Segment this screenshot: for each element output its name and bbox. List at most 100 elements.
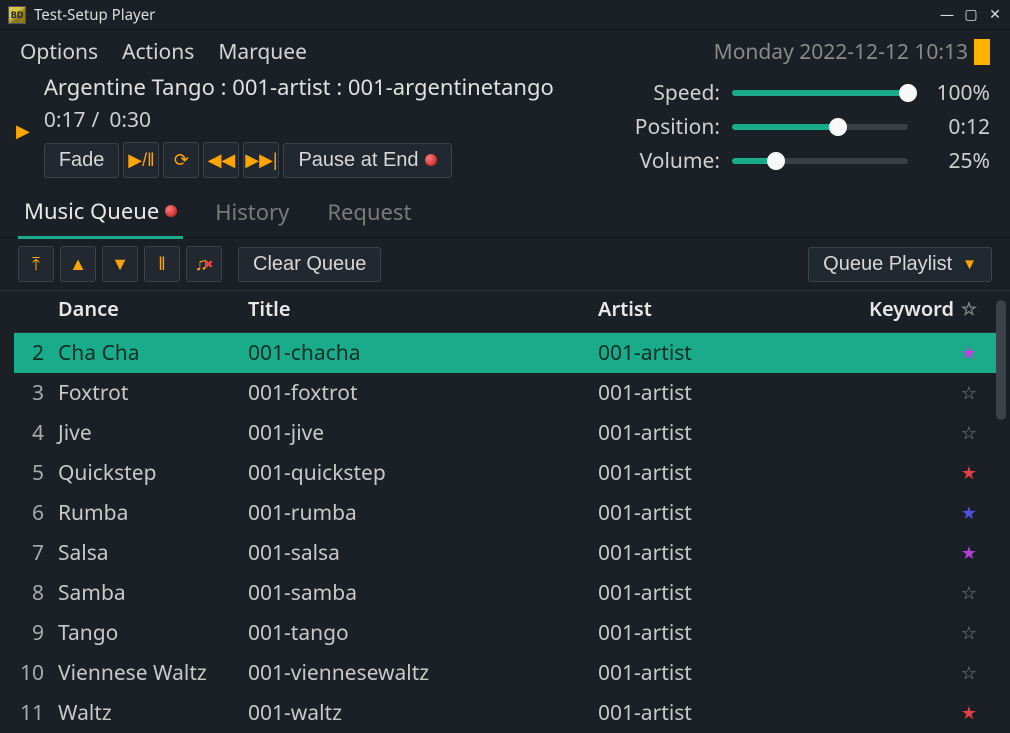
prev-track-button[interactable]: ◀◀ xyxy=(203,142,239,178)
toggle-pause-button[interactable]: ‖ xyxy=(144,246,180,282)
favorite-star-icon[interactable]: ☆ xyxy=(954,581,984,605)
queue-header-row: Dance Title Artist Keyword ☆ xyxy=(14,291,1004,333)
queue-table: Dance Title Artist Keyword ☆ 2Cha Cha001… xyxy=(0,291,1010,733)
col-artist[interactable]: Artist xyxy=(598,295,848,322)
tab-music-queue[interactable]: Music Queue xyxy=(18,192,183,239)
row-artist: 001-artist xyxy=(598,419,848,447)
col-keyword[interactable]: Keyword xyxy=(848,295,954,322)
position-slider[interactable] xyxy=(732,124,908,130)
table-row[interactable]: 7Salsa001-salsa001-artist★ xyxy=(14,533,1004,573)
favorite-star-icon[interactable]: ☆ xyxy=(954,421,984,445)
table-row[interactable]: 11Waltz001-waltz001-artist ★ xyxy=(14,693,1004,733)
row-dance: Foxtrot xyxy=(58,379,248,407)
col-title[interactable]: Title xyxy=(248,295,598,322)
row-title: 001-viennesewaltz xyxy=(248,659,598,687)
menu-actions[interactable]: Actions xyxy=(122,38,194,66)
scrollbar[interactable] xyxy=(996,300,1006,420)
pause-at-end-button[interactable]: Pause at End xyxy=(283,143,451,178)
speed-slider[interactable] xyxy=(732,90,908,96)
next-track-button[interactable]: ▶▶| xyxy=(243,142,279,178)
table-row[interactable]: 3Foxtrot001-foxtrot001-artist☆ xyxy=(14,373,1004,413)
tabs: Music Queue History Request xyxy=(0,186,1010,238)
table-row[interactable]: 2Cha Cha001-chacha001-artist★ xyxy=(14,333,1004,373)
volume-value: 25% xyxy=(920,147,990,175)
volume-slider[interactable] xyxy=(732,158,908,164)
chevron-down-icon: ▼ xyxy=(962,256,977,273)
minimize-button[interactable]: — xyxy=(940,5,954,24)
volume-slider-row: Volume: 25% xyxy=(630,147,990,175)
speed-slider-row: Speed: 100% xyxy=(630,79,990,107)
time-row: 0:17 / 0:30 xyxy=(44,102,630,136)
titlebar: BD Test-Setup Player — ▢ ✕ xyxy=(0,0,1010,30)
row-artist: 001-artist xyxy=(598,339,848,367)
row-number: 9 xyxy=(14,619,58,647)
row-number: 5 xyxy=(14,459,58,487)
remove-button[interactable]: ♫✖ xyxy=(186,246,222,282)
favorite-star-icon[interactable]: ★ xyxy=(954,501,984,525)
tab-request[interactable]: Request xyxy=(321,193,417,237)
row-title: 001-waltz xyxy=(248,699,598,727)
row-dance: Samba xyxy=(58,579,248,607)
favorite-star-icon[interactable]: ☆ xyxy=(954,621,984,645)
table-row[interactable]: 5Quickstep001-quickstep001-artist★ xyxy=(14,453,1004,493)
play-indicator-icon: ▶ xyxy=(16,119,30,143)
table-row[interactable]: 6Rumba001-rumba001-artist★ xyxy=(14,493,1004,533)
table-row[interactable]: 8Samba001-samba001-artist☆ xyxy=(14,573,1004,613)
row-dance: Cha Cha xyxy=(58,339,248,367)
move-top-button[interactable]: ⤒ xyxy=(18,246,54,282)
favorite-star-icon[interactable]: ★ xyxy=(954,701,984,725)
row-number: 4 xyxy=(14,419,58,447)
favorite-star-icon[interactable]: ★ xyxy=(954,541,984,565)
table-row[interactable]: 10Viennese Waltz001-viennesewaltz001-art… xyxy=(14,653,1004,693)
row-dance: Jive xyxy=(58,419,248,447)
row-artist: 001-artist xyxy=(598,459,848,487)
queue-playlist-button[interactable]: Queue Playlist ▼ xyxy=(808,247,992,282)
volume-label: Volume: xyxy=(630,147,720,175)
row-dance: Viennese Waltz xyxy=(58,659,248,687)
play-pause-button[interactable]: ▶/‖ xyxy=(123,142,159,178)
table-row[interactable]: 4Jive001-jive001-artist ☆ xyxy=(14,413,1004,453)
menu-marquee[interactable]: Marquee xyxy=(218,38,307,66)
status-led xyxy=(974,39,990,65)
close-button[interactable]: ✕ xyxy=(988,5,1002,24)
elapsed-time: 0:17 xyxy=(44,106,86,134)
move-down-button[interactable]: ▼ xyxy=(102,246,138,282)
favorite-star-icon[interactable]: ☆ xyxy=(954,661,984,685)
menu-options[interactable]: Options xyxy=(20,38,98,66)
position-label: Position: xyxy=(630,113,720,141)
row-number: 8 xyxy=(14,579,58,607)
speed-label: Speed: xyxy=(630,79,720,107)
row-number: 3 xyxy=(14,379,58,407)
maximize-button[interactable]: ▢ xyxy=(964,5,978,24)
row-artist: 001-artist xyxy=(598,579,848,607)
tab-history[interactable]: History xyxy=(209,193,295,237)
row-title: 001-rumba xyxy=(248,499,598,527)
pause-at-end-indicator-icon xyxy=(425,154,437,166)
col-favorite-icon[interactable]: ☆ xyxy=(954,297,984,321)
row-artist: 001-artist xyxy=(598,699,848,727)
favorite-star-icon[interactable]: ★ xyxy=(954,461,984,485)
clear-queue-button[interactable]: Clear Queue xyxy=(238,247,381,282)
row-number: 11 xyxy=(14,699,58,727)
col-dance[interactable]: Dance xyxy=(58,295,248,322)
row-artist: 001-artist xyxy=(598,619,848,647)
row-title: 001-salsa xyxy=(248,539,598,567)
favorite-star-icon[interactable]: ☆ xyxy=(954,381,984,405)
row-artist: 001-artist xyxy=(598,539,848,567)
menubar: Options Actions Marquee Monday 2022-12-1… xyxy=(0,30,1010,70)
row-artist: 001-artist xyxy=(598,659,848,687)
fade-button[interactable]: Fade xyxy=(44,143,120,178)
favorite-star-icon[interactable]: ★ xyxy=(954,341,984,365)
music-queue-indicator-icon xyxy=(165,205,177,217)
position-slider-row: Position: 0:12 xyxy=(630,113,990,141)
row-artist: 001-artist xyxy=(598,379,848,407)
table-row[interactable]: 9Tango001-tango001-artist☆ xyxy=(14,613,1004,653)
position-value: 0:12 xyxy=(920,113,990,141)
row-number: 10 xyxy=(14,659,58,687)
row-title: 001-jive xyxy=(248,419,598,447)
repeat-button[interactable]: ⟳ xyxy=(163,142,199,178)
row-title: 001-chacha xyxy=(248,339,598,367)
row-dance: Quickstep xyxy=(58,459,248,487)
row-dance: Waltz xyxy=(58,699,248,727)
move-up-button[interactable]: ▲ xyxy=(60,246,96,282)
